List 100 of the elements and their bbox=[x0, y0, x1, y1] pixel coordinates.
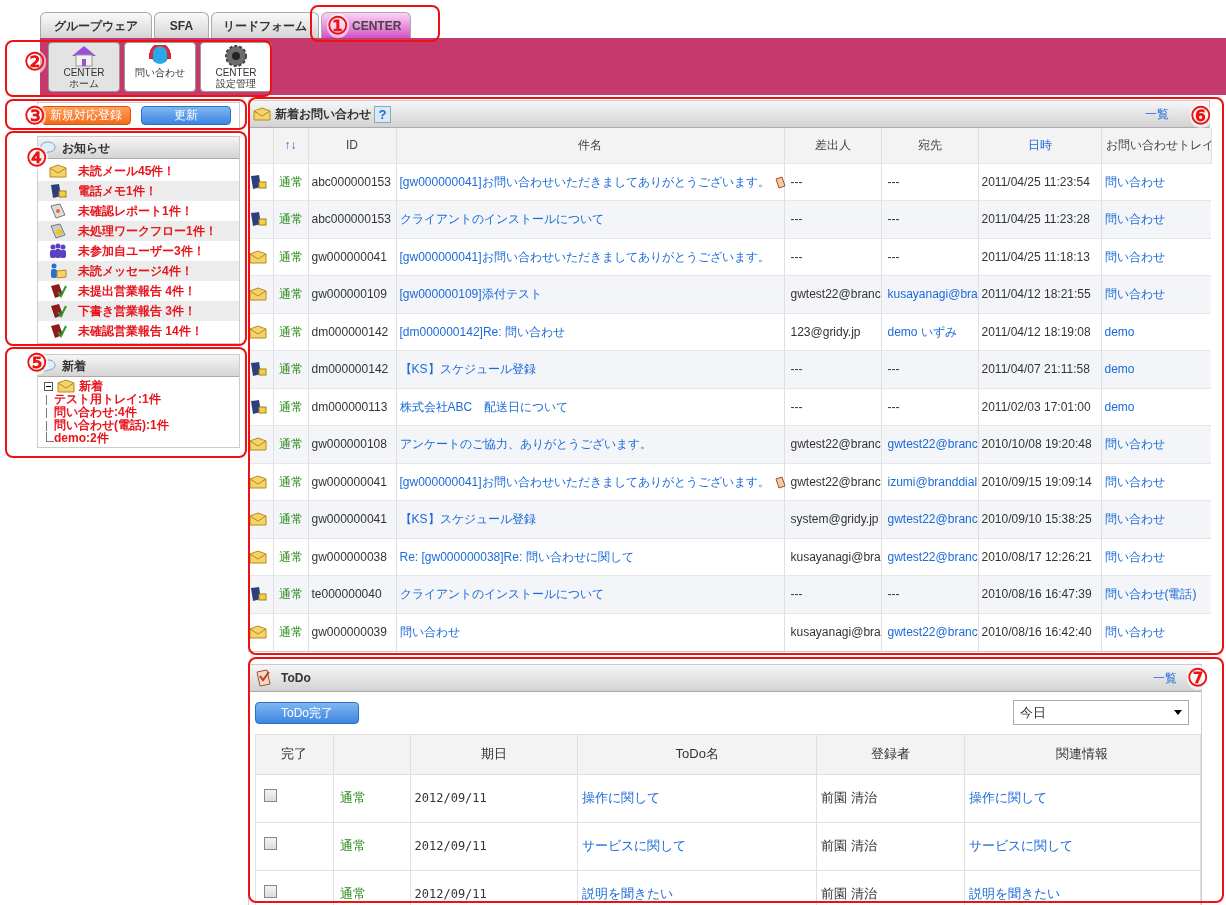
table-row[interactable]: 通常 gw000000041 【KS】スケジュール登録 system@gridy.jp gwtest22@branc 2010/09/10 15:38:25 問い合わせ bbox=[249, 500, 1211, 538]
tray-link[interactable]: 問い合わせ(電話) bbox=[1104, 587, 1197, 602]
tray-link[interactable]: 問い合わせ bbox=[1104, 249, 1165, 264]
priority-label: 通常 bbox=[278, 362, 303, 377]
subject-link[interactable]: 問い合わせ bbox=[399, 625, 460, 639]
subject-link[interactable]: アンケートのご協力、ありがとうございます。 bbox=[399, 437, 652, 452]
table-cell: gw000000108 bbox=[311, 437, 387, 452]
table-cell: --- bbox=[790, 399, 803, 414]
callout-number: ⑥ bbox=[1190, 104, 1212, 128]
notebook-icon bbox=[49, 183, 67, 199]
list-link[interactable]: 一覧 bbox=[1153, 668, 1177, 687]
toolbar-button[interactable]: CENTER ホーム bbox=[48, 42, 120, 92]
todo-complete-button[interactable]: ToDo完了 bbox=[255, 701, 359, 724]
tray-link[interactable]: demo bbox=[1104, 399, 1135, 414]
tree-node[interactable]: テスト用トレイ:1件 bbox=[54, 393, 161, 406]
toolbar-label: CENTER 設定管理 bbox=[215, 67, 257, 89]
tray-link[interactable]: 問い合わせ bbox=[1104, 512, 1165, 527]
table-cell: system@gridy.jp bbox=[790, 512, 879, 527]
envelope-icon bbox=[249, 287, 267, 302]
related-link[interactable]: サービスに関して bbox=[968, 838, 1073, 854]
tray-link[interactable]: 問い合わせ bbox=[1104, 174, 1165, 189]
related-link[interactable]: 説明を聞きたい bbox=[968, 886, 1060, 902]
table-row[interactable]: 通常 dm000000113 株式会社ABC 配送日について --- --- 2011/02/03 17:01:00 demo bbox=[249, 388, 1211, 426]
todo-link[interactable]: サービスに関して bbox=[582, 838, 687, 854]
priority-label: 通常 bbox=[278, 249, 303, 264]
table-cell: --- bbox=[790, 587, 803, 602]
table-row[interactable]: 通常 abc000000153 [gw000000041]お問い合わせいただきましてありがとうございます。 --- --- 2011/04/25 11:23:54 問い合わせ bbox=[249, 163, 1211, 201]
action-button[interactable]: 更新 bbox=[141, 106, 231, 125]
recipient-link[interactable]: izumi@branddial bbox=[887, 474, 978, 489]
tray-link[interactable]: demo bbox=[1104, 362, 1135, 377]
subject-link[interactable]: 【KS】スケジュール登録 bbox=[399, 362, 536, 377]
book-check-icon bbox=[49, 283, 67, 299]
subject-link[interactable]: [dm000000142]Re: 問い合わせ bbox=[399, 324, 565, 339]
help-button[interactable]: ? bbox=[374, 105, 391, 123]
subject-link[interactable]: クライアントのインストールについて bbox=[399, 212, 604, 227]
column-header: 期日 bbox=[480, 746, 507, 762]
tree-node[interactable]: 問い合わせ(電話):1件 bbox=[54, 419, 169, 432]
subject-link[interactable]: クライアントのインストールについて bbox=[399, 587, 604, 602]
tray-link[interactable]: 問い合わせ bbox=[1104, 625, 1165, 639]
table-row[interactable]: 通常 gw000000041 [gw000000041]お問い合わせいただきましてありがとうございます。 gwtest22@branc izumi@branddial 2010/09/15 19:09:14 問い合わせ bbox=[249, 463, 1211, 501]
tab[interactable]: リードフォーム bbox=[211, 12, 319, 38]
table-row[interactable]: 通常 gw000000108 アンケートのご協力、ありがとうございます。 gwtest22@branc gwtest22@branc 2010/10/08 19:20:48 問い合わせ bbox=[249, 425, 1211, 463]
subject-link[interactable]: 【KS】スケジュール登録 bbox=[399, 512, 536, 527]
tray-link[interactable]: 問い合わせ bbox=[1104, 212, 1165, 227]
table-row[interactable]: 通常 gw000000109 [gw000000109]添付テスト gwtest22@branc kusayanagi@bra 2011/04/12 18:21:55 問い合わせ bbox=[249, 275, 1211, 313]
subject-link[interactable]: [gw000000041]お問い合わせいただきましてありがとうございます。 bbox=[399, 474, 770, 489]
notice-link[interactable]: 未参加自ユーザー3件！ bbox=[78, 242, 205, 260]
column-header: ToDo名 bbox=[675, 746, 719, 762]
tray-link[interactable]: 問い合わせ bbox=[1104, 474, 1165, 489]
recipient-link[interactable]: kusayanagi@bra bbox=[887, 287, 978, 302]
envelope-icon bbox=[249, 249, 267, 264]
list-link[interactable]: 一覧 bbox=[1145, 105, 1169, 123]
toolbar-button[interactable]: 問い合わせ bbox=[124, 42, 196, 92]
tree-node[interactable]: demo:2件 bbox=[54, 432, 109, 445]
related-link[interactable]: 操作に関して bbox=[968, 790, 1047, 806]
table-row[interactable]: 通常 abc000000153 クライアントのインストールについて --- --- 2011/04/25 11:23:28 問い合わせ bbox=[249, 200, 1211, 238]
subject-link[interactable]: 株式会社ABC 配送日について bbox=[399, 399, 569, 414]
table-row[interactable]: 通常 gw000000039 問い合わせ kusayanagi@bra gwtest22@branc 2010/08/16 16:42:40 問い合わせ bbox=[249, 613, 1211, 651]
document-icon bbox=[49, 223, 67, 239]
table-row[interactable]: 通常 gw000000038 Re: [gw000000038]Re: 問い合わせに関して kusayanagi@bra gwtest22@branc 2010/08/17 12:26:21 問い合わせ bbox=[249, 538, 1211, 576]
table-row[interactable]: 通常 dm000000142 【KS】スケジュール登録 --- --- 2011/04/07 21:11:58 demo bbox=[249, 350, 1211, 388]
notice-link[interactable]: 未提出営業報告 4件！ bbox=[78, 282, 196, 300]
table-row[interactable]: 通常 te000000040 クライアントのインストールについて --- --- 2010/08/16 16:47:39 問い合わせ(電話) bbox=[249, 575, 1211, 613]
toolbar-button[interactable]: CENTER 設定管理 bbox=[200, 42, 272, 92]
todo-link[interactable]: 操作に関して bbox=[582, 790, 661, 806]
checkbox[interactable] bbox=[264, 789, 277, 802]
priority-label: 通常 bbox=[339, 790, 366, 806]
tray-link[interactable]: demo bbox=[1104, 324, 1135, 339]
collapse-toggle[interactable] bbox=[44, 381, 53, 391]
tab[interactable]: SFA bbox=[154, 12, 209, 38]
tab[interactable]: グループウェア bbox=[40, 12, 152, 38]
tray-link[interactable]: 問い合わせ bbox=[1104, 437, 1165, 452]
period-select[interactable]: 今日 bbox=[1013, 700, 1189, 725]
subject-link[interactable]: Re: [gw000000038]Re: 問い合わせに関して bbox=[399, 549, 634, 564]
notebook-icon bbox=[249, 398, 267, 415]
checkbox[interactable] bbox=[264, 837, 277, 850]
notice-link[interactable]: 未確認レポート1件！ bbox=[78, 202, 193, 220]
tray-link[interactable]: 問い合わせ bbox=[1104, 287, 1165, 302]
table-cell: --- bbox=[790, 249, 803, 264]
notice-link[interactable]: 未読メール45件！ bbox=[78, 162, 176, 180]
recipient-link[interactable]: gwtest22@branc bbox=[887, 625, 978, 639]
notebook-icon bbox=[249, 173, 267, 190]
table-cell: gwtest22@branc bbox=[790, 287, 881, 302]
notice-link[interactable]: 未確認営業報告 14件！ bbox=[78, 322, 203, 340]
subject-link[interactable]: [gw000000041]お問い合わせいただきましてありがとうございます。 bbox=[399, 249, 770, 264]
subject-link[interactable]: [gw000000109]添付テスト bbox=[399, 287, 542, 302]
table-cell: dm000000142 bbox=[311, 362, 389, 377]
tray-link[interactable]: 問い合わせ bbox=[1104, 549, 1165, 564]
recipient-link[interactable]: gwtest22@branc bbox=[887, 437, 978, 452]
subject-link[interactable]: [gw000000041]お問い合わせいただきましてありがとうございます。 bbox=[399, 174, 770, 189]
recipient-link[interactable]: gwtest22@branc bbox=[887, 512, 978, 527]
tree-node[interactable]: 問い合わせ:4件 bbox=[54, 406, 137, 419]
checkbox[interactable] bbox=[264, 885, 277, 898]
gear-icon bbox=[222, 45, 250, 67]
table-row[interactable]: 通常 dm000000142 [dm000000142]Re: 問い合わせ 123@gridy.jp demo いずみ 2011/04/12 18:19:08 demo bbox=[249, 313, 1211, 351]
recipient-link[interactable]: gwtest22@branc bbox=[887, 549, 978, 564]
recipient-link[interactable]: demo いずみ bbox=[887, 324, 957, 339]
table-row[interactable]: 通常 gw000000041 [gw000000041]お問い合わせいただきましてありがとうございます。 --- --- 2011/04/25 11:18:13 問い合わせ bbox=[249, 238, 1211, 276]
priority-label: 通常 bbox=[278, 625, 303, 639]
todo-link[interactable]: 説明を聞きたい bbox=[582, 886, 674, 902]
